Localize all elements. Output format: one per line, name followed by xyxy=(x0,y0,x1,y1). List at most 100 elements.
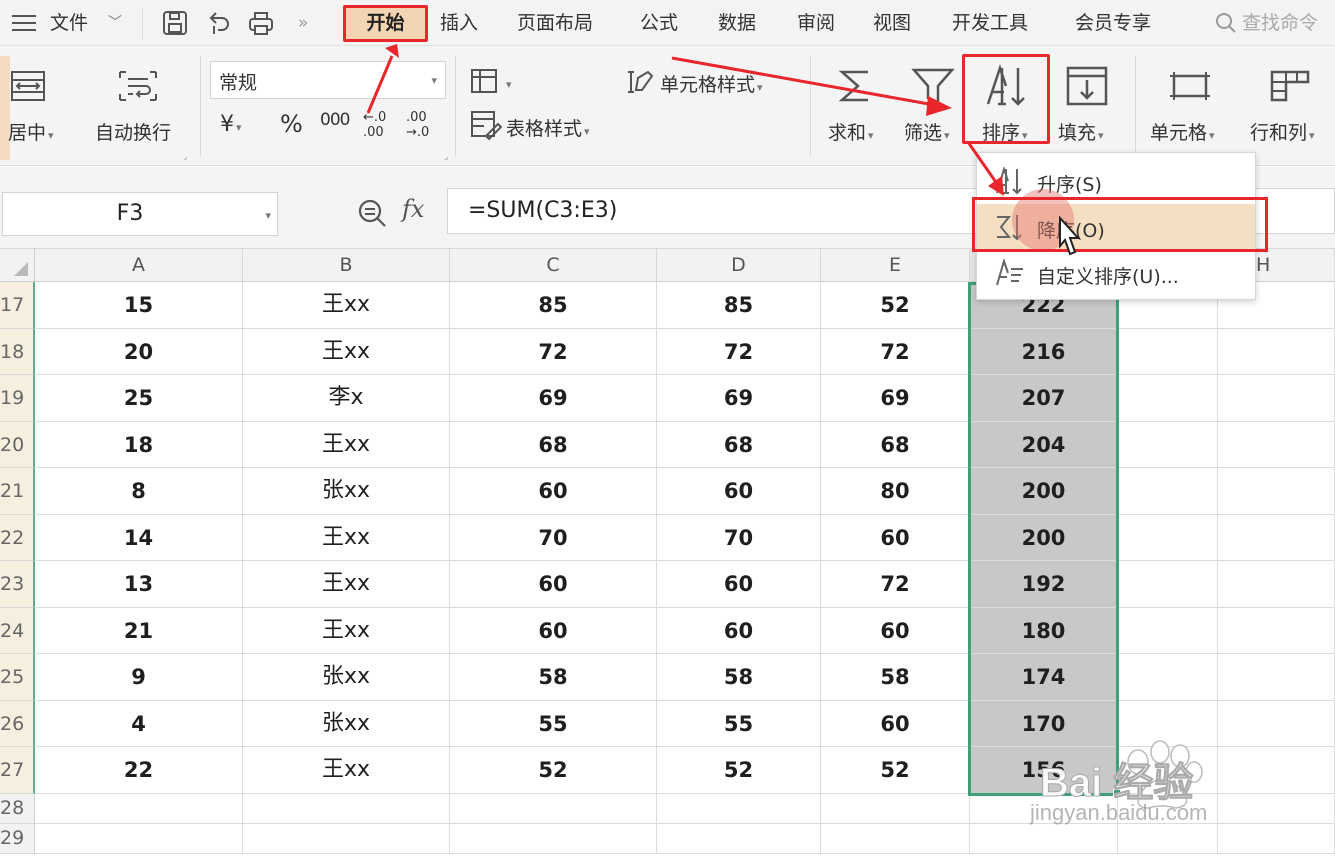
fill-button[interactable]: 填充 ▾ xyxy=(1058,118,1104,145)
fill-icon[interactable] xyxy=(1064,64,1110,108)
table-cell[interactable]: 80 xyxy=(821,468,970,515)
table-cell[interactable] xyxy=(1218,468,1335,515)
table-cell[interactable]: 60 xyxy=(657,607,821,654)
tab-data[interactable]: 数据 xyxy=(718,8,756,38)
row-header[interactable]: 17 xyxy=(0,282,35,329)
table-cell[interactable] xyxy=(1218,654,1335,701)
table-cell[interactable]: 王xx xyxy=(243,747,450,794)
table-cell[interactable]: 60 xyxy=(821,607,970,654)
decrease-decimal-button[interactable]: .00 →.0 xyxy=(406,110,442,140)
cell-style-button[interactable]: 单元格样式 ▾ xyxy=(660,70,763,97)
table-cell[interactable] xyxy=(657,823,821,854)
merge-center-label[interactable]: 居中 ▾ xyxy=(8,118,54,145)
table-cell[interactable]: 李x xyxy=(243,375,450,422)
table-cell[interactable]: 68 xyxy=(450,421,657,468)
wrap-text-label[interactable]: 自动换行 xyxy=(95,118,171,145)
table-cell[interactable]: 72 xyxy=(450,328,657,375)
insert-function-icon[interactable]: fx xyxy=(402,195,424,223)
table-cell[interactable] xyxy=(1118,561,1218,608)
table-cell[interactable]: 张xx xyxy=(243,700,450,747)
table-cell[interactable]: 69 xyxy=(450,375,657,422)
table-cell[interactable]: 60 xyxy=(821,514,970,561)
conditional-format-caret[interactable]: ▾ xyxy=(504,71,512,93)
table-cell[interactable] xyxy=(1118,328,1218,375)
merge-center-icon[interactable] xyxy=(8,68,48,104)
table-cell[interactable]: 王xx xyxy=(243,561,450,608)
table-cell[interactable]: 68 xyxy=(821,421,970,468)
table-cell[interactable]: 192 xyxy=(970,561,1118,608)
row-column-button[interactable]: 行和列 ▾ xyxy=(1250,118,1315,145)
row-header[interactable]: 19 xyxy=(0,375,35,422)
table-cell[interactable] xyxy=(1118,514,1218,561)
table-cell[interactable]: 王xx xyxy=(243,607,450,654)
table-cell[interactable]: 204 xyxy=(970,421,1118,468)
table-cell[interactable]: 52 xyxy=(821,282,970,329)
table-cell[interactable]: 52 xyxy=(657,747,821,794)
table-cell[interactable]: 200 xyxy=(970,514,1118,561)
table-cell[interactable] xyxy=(1118,654,1218,701)
group-expand-icon[interactable]: ⌟ xyxy=(183,152,187,162)
table-cell[interactable] xyxy=(243,793,450,824)
table-cell[interactable]: 60 xyxy=(450,607,657,654)
table-cell[interactable]: 60 xyxy=(657,561,821,608)
table-cell[interactable]: 60 xyxy=(450,468,657,515)
cell-icon[interactable] xyxy=(1168,68,1212,104)
print-icon[interactable] xyxy=(248,10,274,36)
table-cell[interactable]: 王xx xyxy=(243,421,450,468)
percent-button[interactable]: % xyxy=(280,110,303,138)
table-cell[interactable]: 13 xyxy=(35,561,243,608)
currency-button[interactable]: ¥ ▾ xyxy=(220,112,242,137)
tab-insert[interactable]: 插入 xyxy=(440,8,478,38)
row-header[interactable]: 29 xyxy=(0,823,35,854)
table-cell[interactable]: 69 xyxy=(657,375,821,422)
tab-page-layout[interactable]: 页面布局 xyxy=(517,8,593,38)
table-cell[interactable]: 王xx xyxy=(243,514,450,561)
table-cell[interactable]: 9 xyxy=(35,654,243,701)
table-cell[interactable]: 25 xyxy=(35,375,243,422)
select-all-corner[interactable] xyxy=(0,249,35,282)
table-cell[interactable]: 15 xyxy=(35,282,243,329)
table-cell[interactable]: 85 xyxy=(450,282,657,329)
table-cell[interactable] xyxy=(243,823,450,854)
table-cell[interactable]: 张xx xyxy=(243,468,450,515)
table-cell[interactable]: 14 xyxy=(35,514,243,561)
search-input[interactable]: 查找命令 xyxy=(1242,8,1318,38)
column-header[interactable]: C xyxy=(450,249,657,282)
table-cell[interactable]: 22 xyxy=(35,747,243,794)
sum-button[interactable]: 求和 ▾ xyxy=(828,118,874,145)
table-cell[interactable] xyxy=(1218,514,1335,561)
table-cell[interactable] xyxy=(1218,561,1335,608)
table-cell[interactable] xyxy=(1118,607,1218,654)
cell-style-icon[interactable] xyxy=(624,68,656,96)
tab-formulas[interactable]: 公式 xyxy=(640,8,678,38)
row-header[interactable]: 27 xyxy=(0,747,35,794)
table-cell[interactable]: 20 xyxy=(35,328,243,375)
table-cell[interactable] xyxy=(657,793,821,824)
search-icon[interactable] xyxy=(1214,11,1238,35)
save-icon[interactable] xyxy=(162,10,188,36)
hamburger-menu-icon[interactable] xyxy=(12,13,38,33)
filter-icon[interactable] xyxy=(910,66,956,106)
row-header[interactable]: 23 xyxy=(0,561,35,608)
sum-icon[interactable] xyxy=(836,66,876,106)
column-header[interactable]: E xyxy=(821,249,970,282)
row-header[interactable]: 26 xyxy=(0,700,35,747)
table-cell[interactable]: 68 xyxy=(657,421,821,468)
table-cell[interactable] xyxy=(35,793,243,824)
table-cell[interactable]: 52 xyxy=(821,747,970,794)
table-cell[interactable] xyxy=(450,793,657,824)
table-cell[interactable] xyxy=(450,823,657,854)
row-header[interactable]: 22 xyxy=(0,514,35,561)
number-format-select[interactable]: 常规 ▾ xyxy=(210,61,446,99)
table-cell[interactable]: 58 xyxy=(821,654,970,701)
row-header[interactable]: 24 xyxy=(0,607,35,654)
table-cell[interactable] xyxy=(821,793,970,824)
table-cell[interactable]: 85 xyxy=(657,282,821,329)
zoom-icon[interactable] xyxy=(356,197,388,229)
table-cell[interactable]: 200 xyxy=(970,468,1118,515)
table-cell[interactable]: 王xx xyxy=(243,328,450,375)
row-column-icon[interactable] xyxy=(1268,68,1312,104)
undo-icon[interactable] xyxy=(206,10,232,36)
more-icon[interactable]: » xyxy=(298,8,308,38)
row-header[interactable]: 21 xyxy=(0,468,35,515)
